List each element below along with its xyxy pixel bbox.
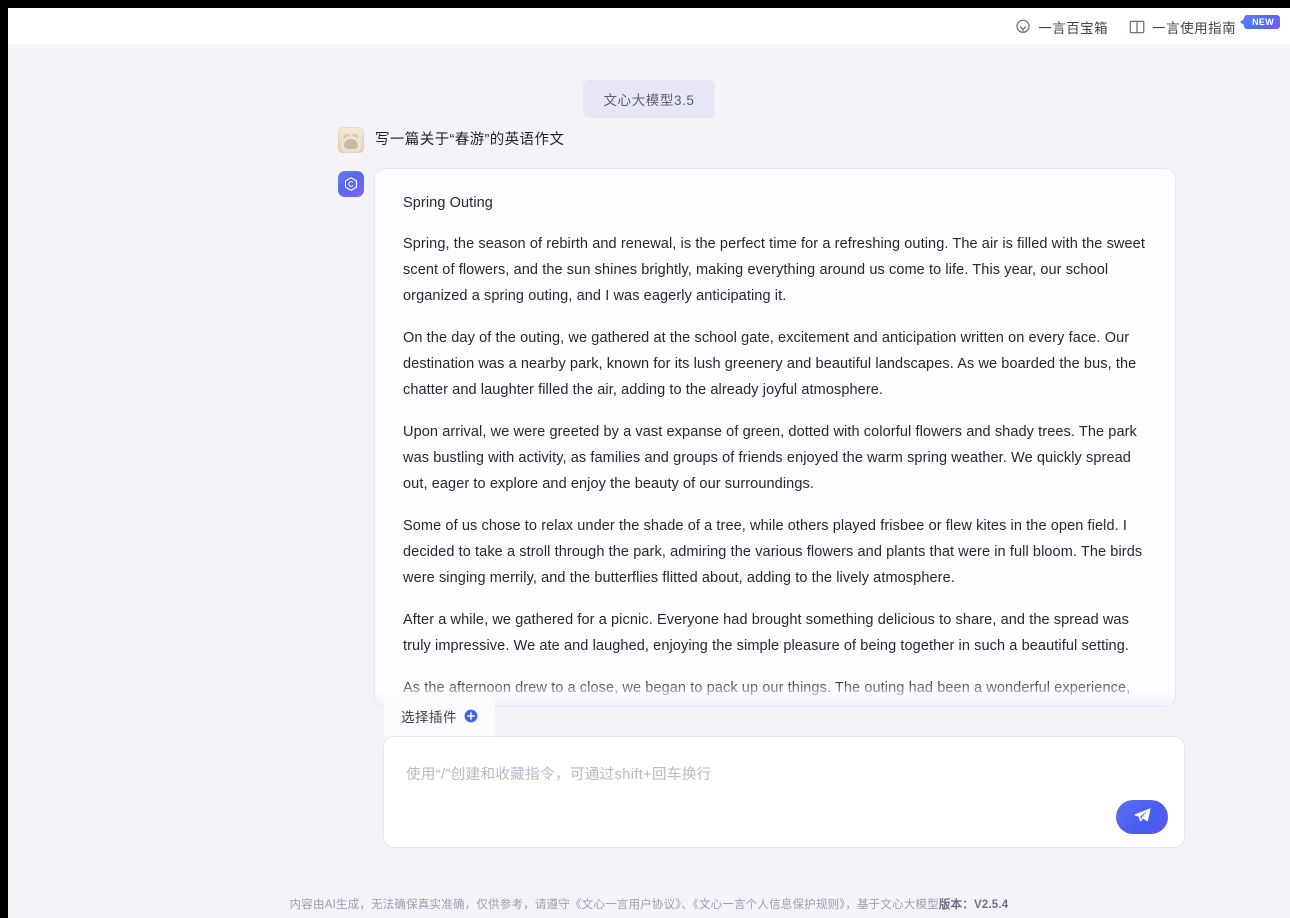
answer-paragraph: On the day of the outing, we gathered at… [403,330,1137,398]
footer-text-1: 内容由AI生成，无法确保真实准确，仅供参考，请遵守 [289,899,570,911]
user-message-text: 写一篇关于“春游”的英语作文 [375,132,565,148]
answer-paragraph: Some of us chose to relax under the shad… [403,518,1143,586]
wenxin-logo-icon [338,171,364,197]
select-plugin-label: 选择插件 [401,710,457,725]
plus-circle-icon [464,709,478,723]
nav-item-treasure-box[interactable]: 一言百宝箱 [1004,8,1118,46]
model-badge: 文心大模型3.5 [583,80,715,118]
new-badge: NEW [1240,14,1280,29]
treasure-box-icon [1014,18,1032,36]
answer-title: Spring Outing [403,195,493,211]
footer-version: 版本：V2.5.4 [938,899,1009,911]
nav-item-user-guide[interactable]: 一言使用指南 NEW [1118,8,1290,46]
nav-item-treasure-box-label: 一言百宝箱 [1038,20,1109,36]
user-message-row: 写一篇关于“春游”的英语作文 [338,127,1188,153]
send-paper-plane-icon [1133,806,1152,828]
user-avatar [338,127,364,153]
select-plugin-button[interactable]: 选择插件 [384,695,495,737]
assistant-answer-card: Spring Outing Spring, the season of rebi… [375,169,1175,706]
footer-separator-1: 、 [681,899,693,911]
chat-stage: 文心大模型3.5 写一篇关于“春游”的英语作文 Spring Outing Sp… [8,47,1290,918]
top-navigation-bar: 一言百宝箱 一言使用指南 NEW [8,8,1290,46]
assistant-message-row: Spring Outing Spring, the season of rebi… [338,169,1188,706]
footer-text-2: 基于文心大模型 [856,899,939,911]
conversation-thread: 写一篇关于“春游”的英语作文 Spring Outing Spring, the… [338,127,1188,706]
answer-paragraph: After a while, we gathered for a picnic.… [403,612,1129,654]
footer-separator-2: ， [845,899,857,911]
composer: 选择插件 使用“/”创建和收藏指令，可通过shift+回车换行 [384,695,1184,847]
footer-link-privacy-rules[interactable]: 《文心一言个人信息保护规则》 [693,899,845,911]
nav-item-user-guide-label: 一言使用指南 [1152,20,1237,36]
message-input-box[interactable]: 使用“/”创建和收藏指令，可通过shift+回车换行 [384,737,1184,847]
answer-paragraph: Upon arrival, we were greeted by a vast … [403,424,1137,492]
model-chip-row: 文心大模型3.5 [8,80,1290,118]
answer-paragraph: Spring, the season of rebirth and renewa… [403,236,1145,304]
book-guide-icon [1128,18,1146,36]
send-button[interactable] [1116,800,1168,834]
app-window: 一言百宝箱 一言使用指南 NEW 文心大模型3.5 写一篇关于“春游”的英语作文 [8,8,1290,918]
footer-link-user-agreement[interactable]: 《文心一言用户协议》 [570,899,681,911]
message-input-placeholder: 使用“/”创建和收藏指令，可通过shift+回车换行 [406,767,712,783]
footer-disclaimer: 内容由AI生成，无法确保真实准确，仅供参考，请遵守《文心一言用户协议》、《文心一… [8,896,1290,912]
